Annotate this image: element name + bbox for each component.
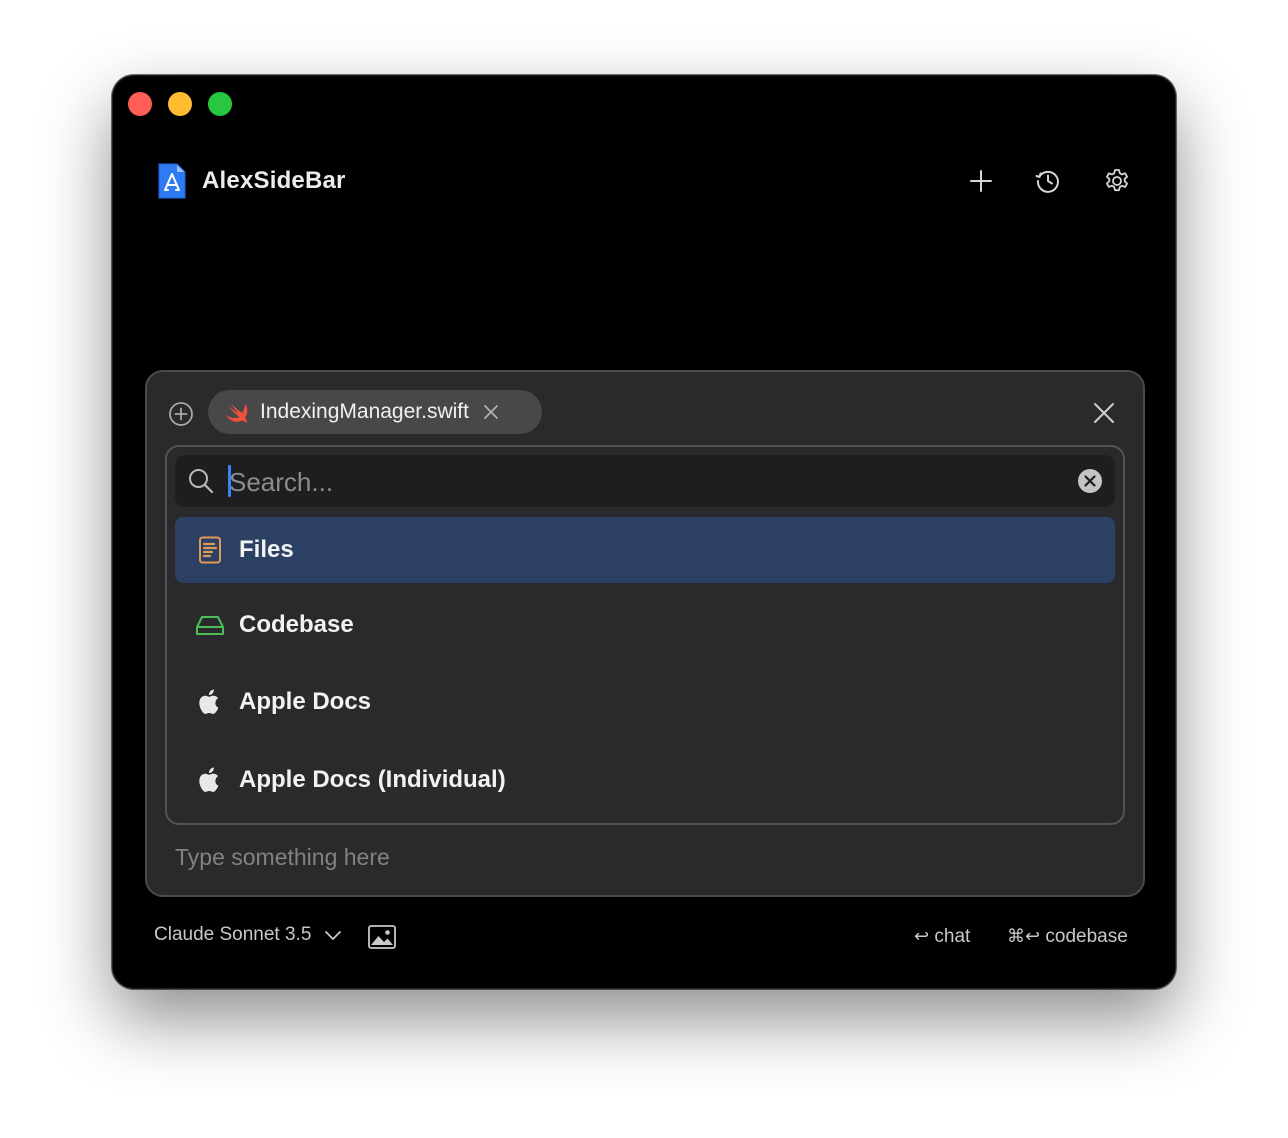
drive-icon [195,610,225,640]
plus-icon [970,170,992,192]
app-title: AlexSideBar [202,167,346,194]
plus-circle-icon[interactable] [167,400,195,428]
app-logo-icon [158,163,186,199]
document-icon [195,535,225,565]
mention-dropdown: Files Codebase Apple D [165,445,1125,825]
codebase-shortcut[interactable]: ⌘↩ codebase [1007,926,1128,948]
image-attach-icon[interactable] [367,924,397,950]
chevron-down-icon [325,931,342,940]
model-label: Claude Sonnet 3.5 [154,924,312,945]
remove-context-icon[interactable] [481,402,501,422]
new-chat-button[interactable] [965,165,997,197]
swift-icon [226,404,248,423]
apple-icon [195,765,225,795]
history-button[interactable] [1032,165,1064,197]
history-icon [1035,170,1059,193]
text-caret [228,465,231,497]
gear-icon [1106,169,1128,192]
menu-item-codebase[interactable]: Codebase [175,592,1115,658]
settings-button[interactable] [1101,165,1133,197]
menu-item-label: Apple Docs [239,688,372,715]
search-input[interactable] [227,462,1071,502]
menu-item-apple-docs[interactable]: Apple Docs [175,669,1115,735]
search-icon [189,469,214,494]
menu-item-label: Files [239,536,294,563]
composer-panel: IndexingManager.swift Search... Files Co… [145,370,1145,897]
prompt-input[interactable] [173,838,1117,876]
menu-item-files[interactable]: Files [175,517,1115,583]
search-bar [175,455,1115,507]
context-file-chip[interactable]: IndexingManager.swift [208,390,542,434]
clear-search-icon[interactable] [1077,468,1103,494]
menu-item-label: Apple Docs (Individual) [239,766,506,793]
chat-shortcut[interactable]: ↩ chat [914,926,970,948]
menu-item-label: Codebase [239,611,354,638]
apple-icon [195,687,225,717]
return-key-glyph: ↩ [914,926,930,947]
chat-shortcut-label: chat [934,926,971,947]
context-file-name: IndexingManager.swift [260,400,469,423]
close-window-button[interactable] [128,92,152,116]
close-icon[interactable] [1091,400,1117,426]
menu-item-apple-docs-individual[interactable]: Apple Docs (Individual) [175,747,1115,813]
app-window: AlexSideBar IndexingManager.swift Search… [112,75,1176,989]
command-return-glyph: ⌘↩ [1007,926,1041,947]
codebase-shortcut-label: codebase [1045,926,1128,947]
zoom-window-button[interactable] [208,92,232,116]
model-selector[interactable]: Claude Sonnet 3.5 [154,924,343,946]
minimize-window-button[interactable] [168,92,192,116]
